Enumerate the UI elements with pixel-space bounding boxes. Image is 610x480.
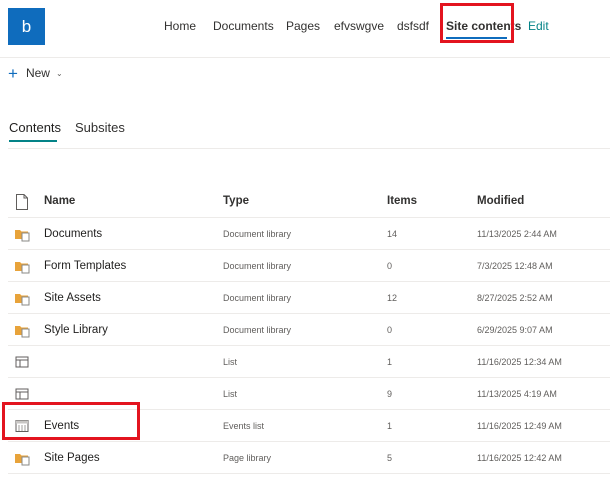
page-library-icon	[15, 454, 30, 466]
list-icon	[15, 388, 29, 400]
row-modified: 11/16/2025 12:34 AM	[477, 357, 562, 367]
column-header-name[interactable]: Name	[44, 195, 75, 207]
row-name[interactable]: Site Assets	[44, 282, 101, 314]
site-header: b Home Documents Pages efvswgve dsfsdf S…	[0, 0, 610, 58]
tab-subsites[interactable]: Subsites	[75, 120, 125, 136]
row-items: 14	[387, 229, 398, 239]
row-items: 9	[387, 389, 393, 399]
row-items: 0	[387, 325, 393, 335]
tab-contents[interactable]: Contents	[9, 120, 61, 136]
nav-edit-link[interactable]: Edit	[528, 0, 549, 52]
nav-dsfsdf[interactable]: dsfsdf	[397, 0, 429, 52]
document-library-icon	[15, 294, 30, 306]
list-icon	[15, 356, 29, 368]
row-type: Events list	[223, 421, 265, 431]
row-modified: 11/13/2025 2:44 AM	[477, 229, 557, 239]
document-library-icon	[15, 262, 30, 274]
column-header-modified[interactable]: Modified	[477, 195, 524, 207]
table-row[interactable]: Site Pages Page library 5 11/16/2025 12:…	[8, 442, 610, 474]
row-name[interactable]: Style Library	[44, 314, 108, 346]
nav-pages[interactable]: Pages	[286, 0, 320, 52]
row-modified: 11/13/2025 4:19 AM	[477, 389, 557, 399]
row-name[interactable]: Site Pages	[44, 442, 100, 474]
row-items: 12	[387, 293, 398, 303]
plus-icon: +	[8, 63, 18, 83]
row-type: Document library	[223, 229, 292, 239]
row-items: 5	[387, 453, 393, 463]
tab-divider	[8, 148, 610, 149]
column-header-type[interactable]: Type	[223, 195, 249, 207]
table-row[interactable]: Documents Document library 14 11/13/2025…	[8, 218, 610, 250]
row-type: List	[223, 357, 238, 367]
document-library-icon	[15, 326, 30, 338]
row-type: Document library	[223, 293, 292, 303]
row-type: List	[223, 389, 238, 399]
new-button[interactable]: + New ⌄	[8, 64, 63, 82]
row-modified: 7/3/2025 12:48 AM	[477, 261, 553, 271]
row-type: Page library	[223, 453, 272, 463]
table-row[interactable]: Form Templates Document library 0 7/3/20…	[8, 250, 610, 282]
nav-home[interactable]: Home	[164, 0, 196, 52]
row-items: 1	[387, 357, 393, 367]
row-type: Document library	[223, 261, 292, 271]
row-items: 1	[387, 421, 393, 431]
tab-active-indicator	[9, 140, 57, 142]
row-modified: 11/16/2025 12:42 AM	[477, 453, 562, 463]
new-button-label: New	[25, 66, 50, 80]
row-name[interactable]: Form Templates	[44, 250, 126, 282]
row-modified: 11/16/2025 12:49 AM	[477, 421, 562, 431]
highlight-site-contents	[440, 3, 514, 43]
row-name[interactable]: Documents	[44, 218, 102, 250]
table-row[interactable]: Site Assets Document library 12 8/27/202…	[8, 282, 610, 314]
nav-efvswgve[interactable]: efvswgve	[334, 0, 384, 52]
row-modified: 6/29/2025 9:07 AM	[477, 325, 553, 335]
site-logo[interactable]: b	[8, 8, 45, 45]
row-items: 0	[387, 261, 393, 271]
chevron-down-icon: ⌄	[55, 68, 63, 78]
table-row[interactable]: Style Library Document library 0 6/29/20…	[8, 314, 610, 346]
document-library-icon	[15, 230, 30, 242]
table-header: Name Type Items Modified	[0, 190, 610, 218]
row-modified: 8/27/2025 2:52 AM	[477, 293, 553, 303]
nav-documents[interactable]: Documents	[213, 0, 274, 52]
column-header-items[interactable]: Items	[387, 195, 417, 207]
row-type: Document library	[223, 325, 292, 335]
table-row[interactable]: List 1 11/16/2025 12:34 AM	[8, 346, 610, 378]
highlight-events-row	[2, 402, 140, 440]
